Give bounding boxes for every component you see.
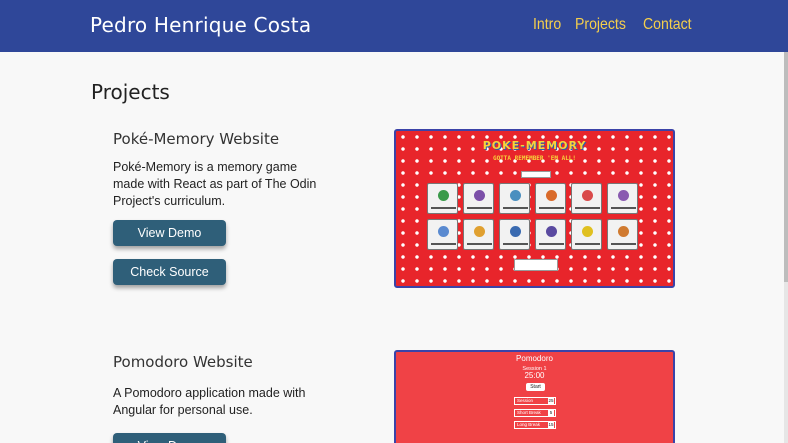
scrollbar-thumb[interactable]: [784, 52, 788, 282]
setting-value: 5: [548, 410, 554, 416]
preview-card: [463, 219, 494, 250]
nav-link-contact[interactable]: Contact: [643, 16, 692, 34]
card-label: [431, 207, 456, 209]
pokemon-sprite-icon: [438, 226, 449, 237]
setting-label: Long Break: [517, 422, 541, 427]
preview-card-grid: [427, 183, 638, 250]
pokemon-sprite-icon: [618, 190, 629, 201]
preview-subtitle: GOTTA REMEMBER 'EM ALL!: [492, 155, 577, 162]
card-label: [539, 243, 564, 245]
project-preview-image[interactable]: POKE-MEMORY GOTTA REMEMBER 'EM ALL!: [394, 129, 675, 288]
pokemon-sprite-icon: [510, 190, 521, 201]
card-label: [575, 243, 600, 245]
card-label: [467, 207, 492, 209]
top-navbar: Pedro Henrique Costa Intro Projects Cont…: [0, 0, 788, 52]
preview-footer: [514, 259, 558, 271]
pokemon-sprite-icon: [582, 190, 593, 201]
preview-card: [499, 183, 530, 214]
preview-setting-row: Short Break 5: [514, 409, 556, 417]
preview-scoreboard: [521, 171, 551, 178]
nav-links: Intro Projects Contact: [533, 16, 698, 34]
project-title: Pomodoro Website: [113, 353, 253, 371]
project-title: Poké-Memory Website: [113, 130, 280, 148]
section-title: Projects: [91, 80, 170, 104]
preview-setting-row: Long Break 15: [514, 421, 556, 429]
check-source-button[interactable]: Check Source: [113, 259, 226, 285]
preview-title: POKE-MEMORY: [482, 139, 587, 152]
preview-card: [535, 219, 566, 250]
preview-setting-row: Session 25: [514, 397, 556, 405]
preview-card: [499, 219, 530, 250]
project-description: Poké-Memory is a memory game made with R…: [113, 160, 317, 208]
card-label: [611, 207, 636, 209]
preview-card: [427, 219, 458, 250]
site-brand[interactable]: Pedro Henrique Costa: [90, 13, 311, 37]
setting-label: Session: [517, 398, 534, 403]
preview-timer: 25:00: [524, 371, 545, 380]
card-label: [503, 243, 528, 245]
pokemon-sprite-icon: [510, 226, 521, 237]
card-label: [431, 243, 456, 245]
view-demo-button[interactable]: View Demo: [113, 433, 226, 443]
pokemon-sprite-icon: [474, 226, 485, 237]
preview-card: [607, 183, 638, 214]
pokemon-sprite-icon: [474, 190, 485, 201]
nav-link-intro[interactable]: Intro: [533, 16, 561, 34]
card-label: [467, 243, 492, 245]
setting-value: 15: [548, 422, 554, 428]
preview-card: [607, 219, 638, 250]
preview-card: [571, 183, 602, 214]
setting-label: Short Break: [517, 410, 541, 415]
preview-start-button: Start: [526, 383, 545, 391]
pokemon-sprite-icon: [618, 226, 629, 237]
pokemon-sprite-icon: [582, 226, 593, 237]
setting-value: 25: [548, 398, 554, 404]
project-description: A Pomodoro application made with Angular…: [113, 386, 306, 417]
preview-title: Pomodoro: [516, 354, 553, 363]
preview-card: [535, 183, 566, 214]
card-label: [575, 207, 600, 209]
nav-link-projects[interactable]: Projects: [575, 16, 626, 34]
card-label: [611, 243, 636, 245]
preview-card: [571, 219, 602, 250]
pokemon-sprite-icon: [546, 226, 557, 237]
preview-card: [463, 183, 494, 214]
card-label: [503, 207, 528, 209]
view-demo-button[interactable]: View Demo: [113, 220, 226, 246]
pokemon-sprite-icon: [438, 190, 449, 201]
card-label: [539, 207, 564, 209]
preview-card: [427, 183, 458, 214]
project-preview-image[interactable]: Pomodoro Session 1 25:00 Start Session 25…: [394, 350, 675, 443]
pokemon-sprite-icon: [546, 190, 557, 201]
